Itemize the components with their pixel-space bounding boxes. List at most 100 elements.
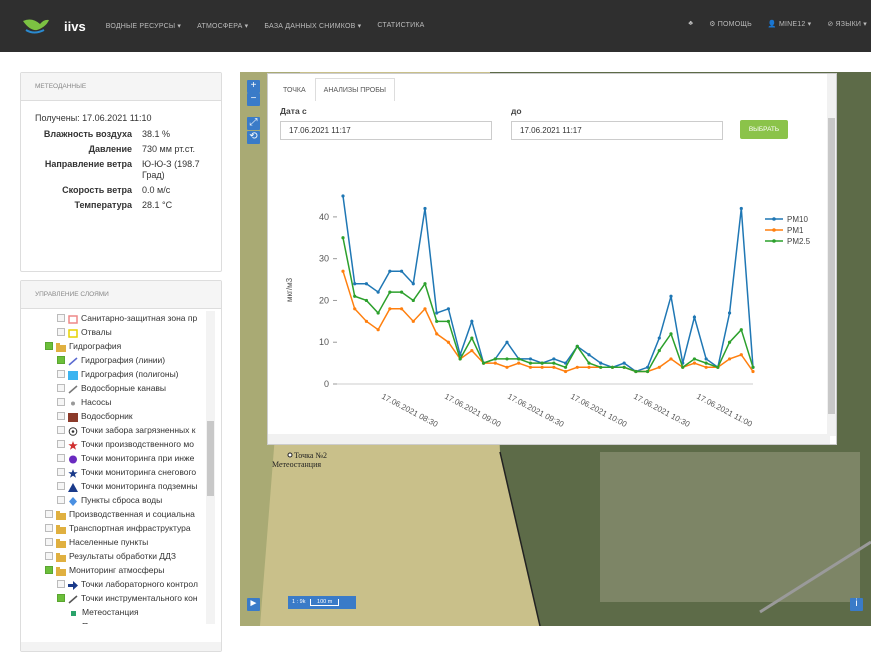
zoom-out-button[interactable]: − [247,93,260,106]
user-menu[interactable]: 👤 MINE12 ▾ [768,20,811,28]
data-point [505,365,509,369]
layer-item[interactable]: Точки производственного мо [33,437,215,451]
layer-checkbox[interactable] [57,370,65,378]
layer-checkbox[interactable] [45,552,53,560]
data-point [552,357,556,361]
folder-icon [56,566,66,576]
layer-checkbox[interactable] [57,454,65,462]
layer-label: Санитарно-защитная зона пр [81,313,198,323]
layer-item[interactable]: Водосборные канавы [33,381,215,395]
star-icon [68,468,78,478]
layer-checkbox[interactable] [57,440,65,448]
layer-checkbox[interactable] [45,342,53,350]
help-link[interactable]: ⚙ ПОМОЩЬ [709,20,752,28]
layer-checkbox[interactable] [57,468,65,476]
legend-label: PM2.5 [787,237,811,246]
layer-checkbox[interactable] [45,538,53,546]
layer-checkbox[interactable] [57,384,65,392]
layer-item[interactable]: Насосы [33,395,215,409]
nav-atmosphere[interactable]: АТМОСФЕРА ▾ [197,22,248,30]
layer-item[interactable]: Точки забора загрязненных к [33,423,215,437]
layer-item[interactable]: Пункты сброса воды [33,493,215,507]
data-point [423,206,427,211]
layer-item[interactable]: Водосборник [33,409,215,423]
language-menu[interactable]: ⊘ ЯЗЫКИ ▾ [827,20,867,28]
data-point [528,361,533,365]
brand-name[interactable]: iivs [64,19,86,34]
layer-checkbox[interactable] [45,524,53,532]
data-point [704,361,708,365]
layers-panel-title: УПРАВЛЕНИЕ СЛОЯМИ [21,281,221,309]
layer-item[interactable]: Гидрография (полигоны) [33,367,215,381]
popup-vscrollbar[interactable] [827,74,836,436]
layer-checkbox[interactable] [57,314,65,322]
nav-statistics[interactable]: СТАТИСТИКА [377,22,424,30]
layer-tree-hscrollbar[interactable] [21,642,221,651]
tab-point[interactable]: ТОЧКА [274,78,315,101]
layer-item[interactable]: Населенные пункты [33,535,215,549]
expand-panel-button[interactable]: ► [247,598,260,611]
layer-checkbox[interactable] [57,412,65,420]
nav-water-resources[interactable]: ВОДНЫЕ РЕСУРСЫ ▾ [106,22,181,30]
measure-icon[interactable]: ⤢ [247,117,260,130]
map-label-station[interactable]: Метеостанция [272,460,321,469]
date-from-input[interactable]: 17.06.2021 11:17 [280,121,492,140]
layer-label: Точки лабораторного контрол [81,579,198,589]
date-to-input[interactable]: 17.06.2021 11:17 [511,121,723,140]
layer-checkbox[interactable] [57,356,65,364]
layer-item[interactable]: Гидрография [33,339,215,353]
layer-item[interactable]: Точки мониторинга подземны [33,479,215,493]
layer-item[interactable]: Точки мониторинга при инже [33,451,215,465]
layer-checkbox[interactable] [57,482,65,490]
layer-item[interactable]: Точки инструментального кон [33,591,215,605]
x-tick-label: 17.06.2021 09:00 [443,392,503,429]
layer-item[interactable]: Производственная и социальна [33,507,215,521]
data-point [657,336,661,340]
layer-checkbox[interactable] [57,496,65,504]
layer-checkbox[interactable] [57,426,65,434]
info-button[interactable]: i [850,598,863,611]
line-icon [68,594,78,604]
layer-checkbox[interactable] [45,566,53,574]
meteo-body: Получены: 17.06.2021 11:10 Влажность воз… [21,101,221,271]
layer-item[interactable]: Транспортная инфраструктура [33,521,215,535]
layer-checkbox[interactable] [57,580,65,588]
layer-item[interactable]: Мониторинг атмосферы [33,563,215,577]
tab-sample-analysis[interactable]: АНАЛИЗЫ ПРОБЫ [314,78,395,101]
layer-item[interactable]: Результаты обработки ДДЗ [33,549,215,563]
layer-item[interactable]: Санитарно-защитная зона пр [33,311,215,325]
line-icon [68,384,78,394]
box-outline-icon [68,314,78,324]
layer-checkbox[interactable] [45,510,53,518]
rotate-icon[interactable]: ⟲ [247,131,260,144]
map-label-point[interactable]: Точка №2 [294,451,327,460]
select-button[interactable]: ВЫБРАТЬ [740,120,788,139]
layer-tree-scrollbar[interactable] [206,311,215,624]
layer-item[interactable]: Метеостанция [33,605,215,619]
legend-label: PM1 [787,226,804,235]
layer-label: Результаты обработки ДДЗ [69,551,176,561]
layer-item[interactable]: Отвалы [33,325,215,339]
layer-checkbox[interactable] [57,328,65,336]
zoom-in-button[interactable]: + [247,80,260,93]
data-point [517,361,521,365]
notifications-icon[interactable]: ♣ [688,20,693,28]
layer-checkbox[interactable] [57,398,65,406]
nav-image-database[interactable]: БАЗА ДАННЫХ СНИМКОВ ▾ [264,22,361,30]
meteo-key: Температура [74,200,132,210]
layer-item[interactable]: Гидрография (линии) [33,353,215,367]
layer-item[interactable]: Пылевые датчики [33,619,215,624]
popup-hscrollbar[interactable] [268,434,830,444]
logo-icon[interactable] [22,15,50,37]
layer-label: Водосборник [81,411,133,421]
data-point [563,365,568,369]
layer-checkbox[interactable] [57,594,65,602]
meteo-row: Скорость ветра 0.0 м/с [35,185,209,196]
layer-label: Насосы [81,397,112,407]
layer-item[interactable]: Точки лабораторного контрол [33,577,215,591]
data-point [435,311,439,315]
layer-label: Точки производственного мо [81,439,194,449]
data-point [493,357,497,361]
data-point [610,365,615,369]
layer-item[interactable]: Точки мониторинга снегового [33,465,215,479]
